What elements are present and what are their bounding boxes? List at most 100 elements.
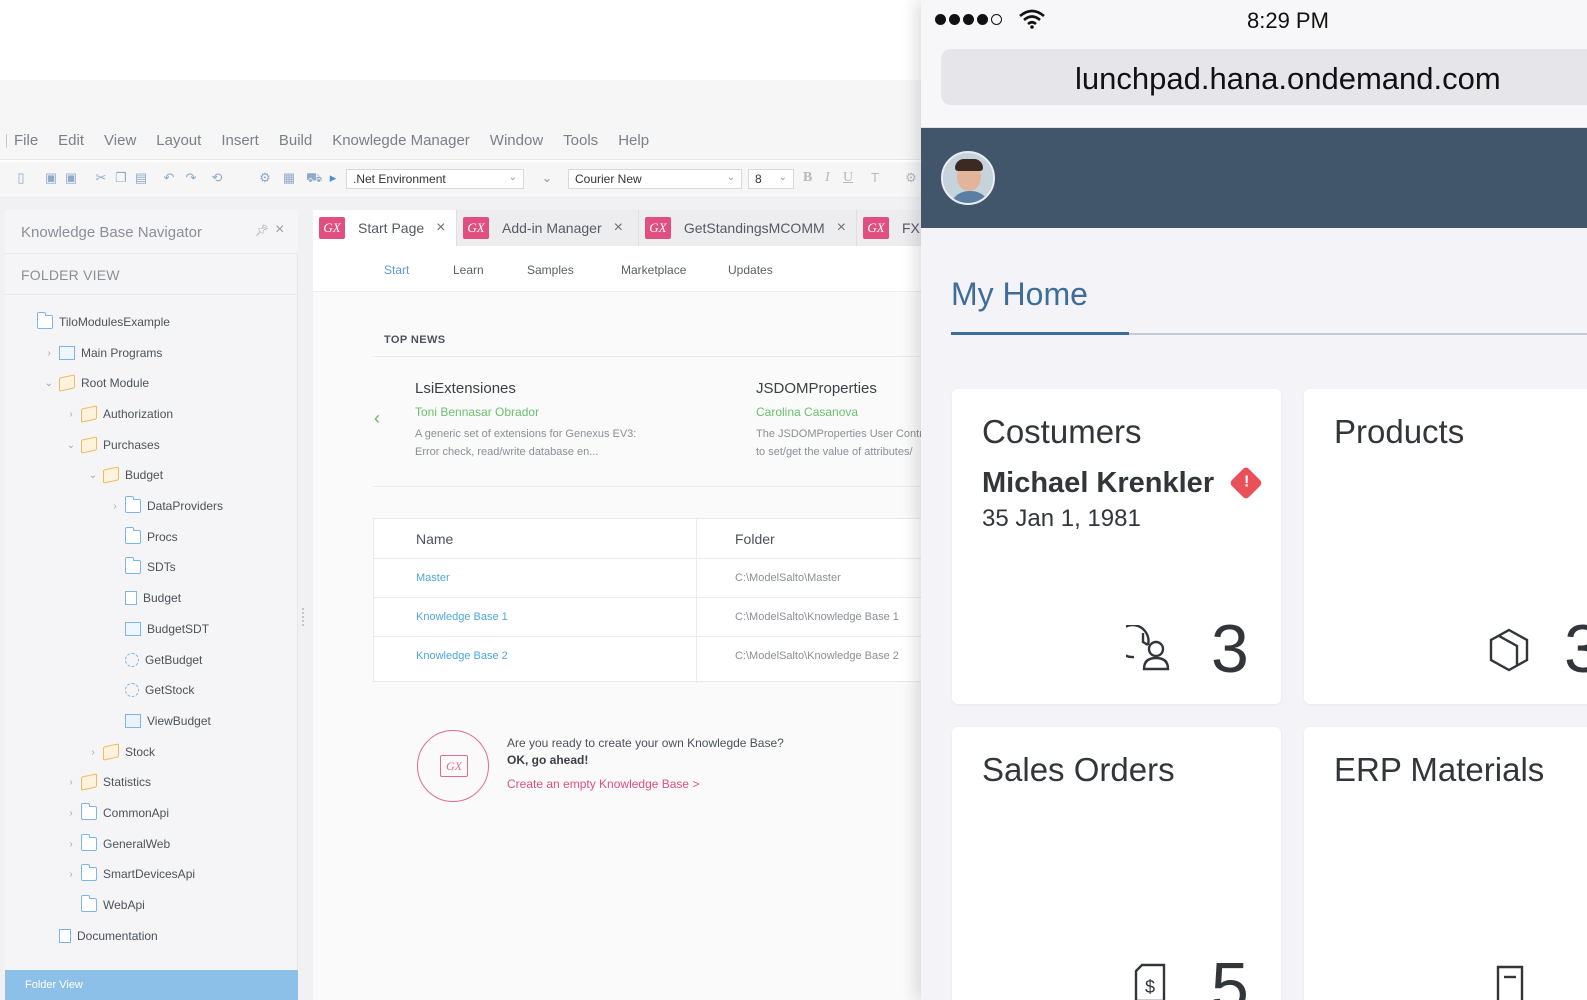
- tree-item[interactable]: Procs: [109, 527, 178, 547]
- menu-layout[interactable]: Layout: [146, 132, 211, 149]
- deploy-icon[interactable]: ⛟: [306, 171, 322, 185]
- chevron-right-icon[interactable]: ›: [109, 501, 121, 512]
- tree-item[interactable]: › Main Programs: [43, 343, 162, 363]
- chevron-right-icon[interactable]: ›: [65, 409, 77, 420]
- page-title[interactable]: My Home: [951, 276, 1088, 313]
- subnav-marketplace[interactable]: Marketplace: [621, 263, 686, 277]
- kb-name-link[interactable]: Master: [416, 572, 450, 584]
- tree-item[interactable]: SDTs: [109, 557, 176, 577]
- news-author[interactable]: Toni Bennasar Obrador: [415, 405, 655, 419]
- column-header-name[interactable]: Name: [416, 531, 453, 547]
- table-row[interactable]: Knowledge Base 2 C:\ModelSalto\Knowledge…: [374, 638, 941, 676]
- chevron-down-icon[interactable]: ⌄: [43, 378, 55, 389]
- tree-item[interactable]: WebApi: [65, 895, 145, 915]
- close-icon[interactable]: ×: [275, 221, 284, 239]
- tab-getstandings[interactable]: GX GetStandingsMCOMM ×: [639, 210, 857, 246]
- underline-button[interactable]: U: [843, 170, 853, 186]
- panel-splitter[interactable]: [302, 608, 305, 626]
- environment-select[interactable]: .Net Environment ⌄: [346, 169, 524, 189]
- folder-view-tab[interactable]: Folder View: [5, 970, 298, 1000]
- subnav-samples[interactable]: Samples: [527, 263, 574, 277]
- chevron-right-icon[interactable]: ›: [65, 839, 77, 850]
- tree-item[interactable]: ⌄ Purchases: [65, 435, 160, 455]
- tree-item[interactable]: › Stock: [87, 742, 155, 762]
- close-icon[interactable]: ×: [837, 219, 846, 237]
- menu-knowledge-manager[interactable]: Knowlegde Manager: [322, 132, 480, 149]
- menu-edit[interactable]: Edit: [48, 132, 94, 149]
- tab-add-in-manager[interactable]: GX Add-in Manager ×: [457, 210, 639, 246]
- tile-costumers[interactable]: Costumers Michael Krenkler 35 Jan 1, 198…: [952, 389, 1281, 704]
- tree-item[interactable]: GetBudget: [109, 650, 202, 670]
- subnav-start[interactable]: Start: [384, 263, 409, 277]
- table-row[interactable]: Knowledge Base 1 C:\ModelSalto\Knowledge…: [374, 599, 941, 637]
- tab-start-page[interactable]: GX Start Page ×: [313, 210, 457, 246]
- news-card[interactable]: LsiExtensiones Toni Bennasar Obrador A g…: [415, 380, 655, 461]
- new-file-icon[interactable]: ▯: [14, 171, 28, 185]
- create-kb-icon[interactable]: GX: [417, 730, 489, 802]
- chevron-down-icon[interactable]: ⌄: [65, 440, 77, 451]
- tree-item[interactable]: TiloModulesExample: [21, 312, 170, 332]
- tree-item[interactable]: ⌄ Budget: [87, 465, 163, 485]
- tree-item[interactable]: › CommonApi: [65, 803, 169, 823]
- tree-item[interactable]: Budget: [109, 588, 181, 608]
- news-card[interactable]: JSDOMProperties Carolina Casanova The JS…: [756, 380, 940, 461]
- text-style-icon[interactable]: T: [868, 171, 882, 185]
- address-bar[interactable]: lunchpad.hana.ondemand.com: [941, 49, 1587, 105]
- news-author[interactable]: Carolina Casanova: [756, 405, 940, 419]
- run-icon[interactable]: ▦: [282, 171, 296, 185]
- chevron-right-icon[interactable]: ›: [65, 777, 77, 788]
- kb-name-link[interactable]: Knowledge Base 2: [416, 650, 508, 662]
- close-icon[interactable]: ×: [614, 219, 623, 237]
- menu-insert[interactable]: Insert: [211, 132, 269, 149]
- expand-arrow-icon[interactable]: ▸: [326, 171, 340, 185]
- paste-icon[interactable]: ▤: [134, 171, 148, 185]
- bold-button[interactable]: B: [803, 170, 812, 186]
- tree-item[interactable]: › SmartDevicesApi: [65, 864, 195, 884]
- avatar[interactable]: [941, 151, 995, 205]
- tree-item[interactable]: › Statistics: [65, 772, 151, 792]
- navigate-icon[interactable]: ⟲: [210, 171, 224, 185]
- chevron-right-icon[interactable]: ›: [65, 869, 77, 880]
- redo-icon[interactable]: ↷: [184, 171, 198, 185]
- cut-icon[interactable]: ✂: [94, 171, 108, 185]
- save-icon[interactable]: ▣: [44, 171, 58, 185]
- subnav-learn[interactable]: Learn: [453, 263, 484, 277]
- table-row[interactable]: Master C:\ModelSalto\Master: [374, 560, 941, 598]
- filter-icon[interactable]: ⌄: [540, 171, 554, 185]
- save-all-icon[interactable]: ▣: [64, 171, 78, 185]
- tree-item[interactable]: GetStock: [109, 680, 194, 700]
- chevron-right-icon[interactable]: ›: [65, 808, 77, 819]
- kb-name-link[interactable]: Knowledge Base 1: [416, 611, 508, 623]
- menu-tools[interactable]: Tools: [553, 132, 608, 149]
- tree-item[interactable]: › GeneralWeb: [65, 834, 170, 854]
- tree-item[interactable]: ⌄ Root Module: [43, 373, 149, 393]
- close-icon[interactable]: ×: [436, 219, 445, 237]
- tile-erp-materials[interactable]: ERP Materials: [1304, 727, 1587, 1000]
- chevron-right-icon[interactable]: ›: [87, 747, 99, 758]
- chevron-left-icon[interactable]: ‹: [374, 408, 380, 429]
- copy-icon[interactable]: ❐: [114, 171, 128, 185]
- menu-help[interactable]: Help: [608, 132, 659, 149]
- menu-build[interactable]: Build: [269, 132, 322, 149]
- italic-button[interactable]: I: [825, 170, 830, 186]
- tree-item[interactable]: BudgetSDT: [109, 619, 209, 639]
- tile-sales-orders[interactable]: Sales Orders $ 5: [952, 727, 1281, 1000]
- subnav-updates[interactable]: Updates: [728, 263, 773, 277]
- chevron-down-icon[interactable]: ⌄: [87, 470, 99, 481]
- tile-products[interactable]: Products 3: [1304, 389, 1587, 704]
- tree-item[interactable]: › Authorization: [65, 404, 173, 424]
- menu-view[interactable]: View: [94, 132, 146, 149]
- menu-file[interactable]: File: [4, 132, 48, 149]
- tree-item[interactable]: Documentation: [43, 926, 158, 946]
- create-kb-link[interactable]: Create an empty Knowledge Base >: [507, 777, 699, 791]
- build-icon[interactable]: ⚙: [258, 171, 272, 185]
- tree-item[interactable]: › DataProviders: [109, 496, 223, 516]
- font-select[interactable]: Courier New ⌄: [568, 169, 742, 189]
- pin-icon[interactable]: 📌︎: [255, 224, 269, 237]
- format-icon[interactable]: ⚙: [904, 171, 918, 185]
- column-header-folder[interactable]: Folder: [735, 531, 775, 547]
- undo-icon[interactable]: ↶: [162, 171, 176, 185]
- tree-item[interactable]: ViewBudget: [109, 711, 211, 731]
- chevron-right-icon[interactable]: ›: [43, 348, 55, 359]
- menu-window[interactable]: Window: [480, 132, 553, 149]
